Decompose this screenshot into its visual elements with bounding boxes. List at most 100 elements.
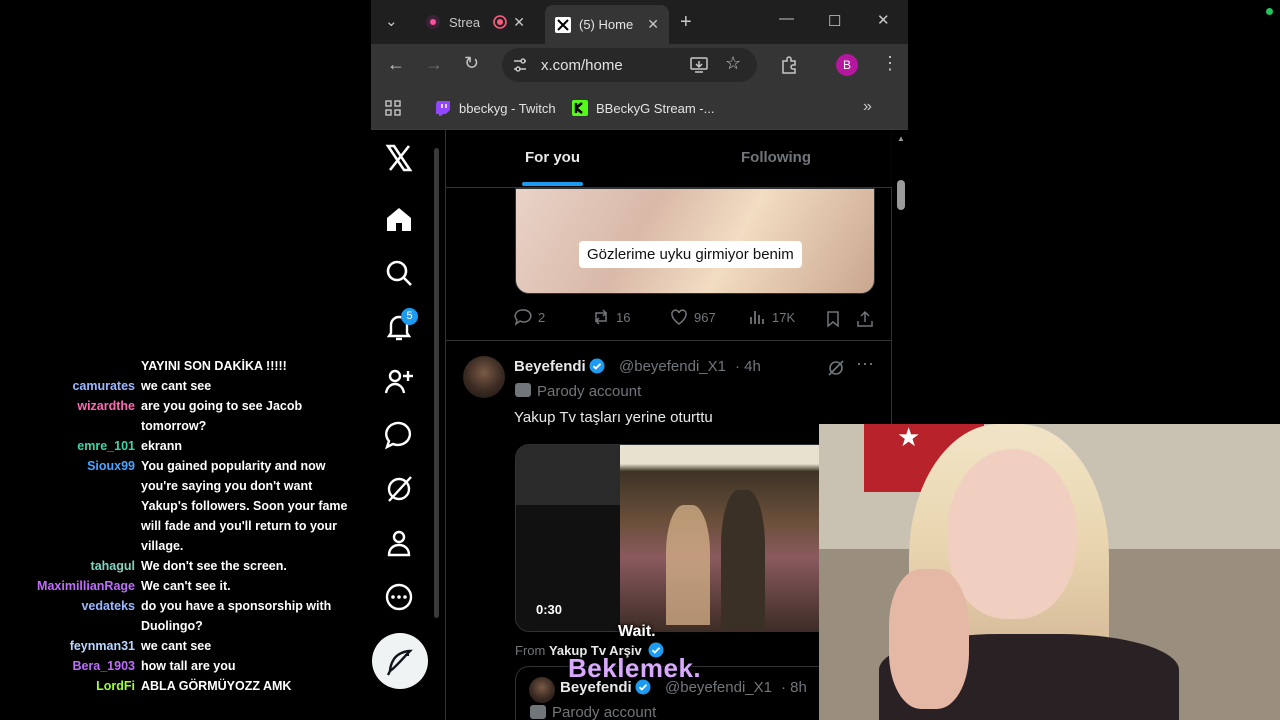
close-tab-icon[interactable]: ✕	[513, 14, 525, 31]
bookmarks-bar: bbeckyg - Twitch BBeckyG Stream -... »	[371, 86, 908, 130]
author-name[interactable]: Beyefendi	[514, 358, 605, 375]
address-bar[interactable]: x.com/home ☆	[502, 48, 757, 82]
chat-text: We can't see it.	[141, 579, 231, 593]
video-webcam-inset	[516, 445, 620, 505]
like-count: 967	[694, 309, 716, 325]
scroll-up-icon[interactable]: ▲	[897, 134, 905, 143]
parody-mask-icon	[515, 383, 531, 397]
streamer-hand	[889, 569, 969, 709]
avatar[interactable]	[529, 677, 555, 703]
new-tab-icon[interactable]: +	[680, 11, 692, 34]
explore-search-icon[interactable]	[383, 257, 415, 289]
grok-icon[interactable]	[383, 473, 415, 505]
x-left-nav: 5	[371, 130, 431, 720]
apps-grid-icon[interactable]	[385, 100, 401, 116]
retweet-button[interactable]: 16	[592, 308, 630, 326]
chat-username: emre_101	[77, 439, 135, 453]
scrollbar-thumb[interactable]	[897, 180, 905, 210]
chat-username: LordFi	[96, 679, 135, 693]
minimize-icon[interactable]: —	[779, 10, 794, 27]
avatar[interactable]	[463, 356, 505, 398]
nav-scrollbar[interactable]	[431, 144, 441, 720]
bookmark-twitch[interactable]: bbeckyg - Twitch	[435, 100, 556, 116]
chat-message: MaximillianRage We can't see it.	[0, 576, 362, 596]
tab-stream[interactable]: Strea ✕	[415, 5, 535, 39]
streamer-face	[947, 449, 1077, 619]
profile-person-icon[interactable]	[383, 527, 415, 559]
post-time[interactable]: · 4h	[735, 358, 761, 375]
x-favicon-icon	[555, 16, 571, 33]
author-handle[interactable]: @beyefendi_X1	[619, 358, 726, 375]
tab-bar: ⌄ Strea ✕ (5) Home ✕ + — ☐ ✕	[371, 0, 908, 44]
site-settings-icon[interactable]	[512, 57, 528, 73]
close-window-icon[interactable]: ✕	[877, 11, 890, 29]
close-tab-icon[interactable]: ✕	[647, 16, 659, 33]
bookmark-icon[interactable]	[824, 310, 842, 328]
url-text: x.com/home	[541, 57, 623, 74]
reload-icon[interactable]: ↻	[464, 53, 479, 74]
tab-for-you[interactable]: For you	[525, 149, 580, 166]
chat-overlay: YAYINI SON DAKİKA !!!!! camurates we cant …	[0, 356, 362, 696]
chat-message: YAYINI SON DAKİKA !!!!!	[0, 356, 362, 376]
chat-text: are you going to see Jacob tomorrow?	[141, 399, 303, 433]
reply-icon	[514, 309, 532, 326]
extensions-icon[interactable]	[780, 56, 798, 74]
chat-message: Bera_1903 how tall are you	[0, 656, 362, 676]
more-options-icon[interactable]	[383, 581, 415, 613]
chat-text: ABLA GÖRMÜYOZZ AMK	[141, 679, 292, 693]
profile-avatar[interactable]: B	[836, 54, 858, 76]
verified-badge-icon	[589, 358, 605, 374]
tab-following[interactable]: Following	[741, 149, 811, 166]
chat-message: camurates we cant see	[0, 376, 362, 396]
twitch-icon	[436, 101, 450, 116]
grok-explain-icon[interactable]	[827, 359, 845, 377]
reply-button[interactable]: 2	[514, 308, 545, 326]
like-button[interactable]: 967	[670, 308, 716, 326]
tab-label: (5) Home	[579, 17, 634, 32]
compose-post-button[interactable]	[372, 633, 428, 689]
views-count: 17K	[772, 309, 796, 325]
bookmark-star-icon[interactable]: ☆	[725, 53, 741, 74]
reply-count: 2	[538, 309, 546, 325]
from-label: From	[515, 643, 546, 658]
maximize-icon[interactable]: ☐	[828, 12, 841, 30]
chat-text: how tall are you	[141, 659, 236, 673]
install-app-icon[interactable]	[690, 57, 708, 73]
tweet-actions: 2 16 967 17K	[514, 308, 876, 330]
chat-username: camurates	[72, 379, 135, 393]
back-icon[interactable]: ←	[387, 54, 405, 75]
tweet-media[interactable]: Gözlerime uyku girmiyor benim	[515, 188, 875, 294]
forward-icon[interactable]: →	[425, 54, 443, 75]
recording-icon	[493, 15, 507, 29]
more-bookmarks-icon[interactable]: »	[863, 98, 872, 116]
chat-username: Bera_1903	[72, 659, 135, 673]
notification-count-badge: 5	[401, 308, 418, 325]
tweet-text: Yakup Tv taşları yerine oturttu	[514, 409, 713, 426]
chat-username: Sioux99	[87, 459, 135, 473]
chat-message: emre_101 ekrann	[0, 436, 362, 456]
tab-home[interactable]: (5) Home ✕	[545, 5, 669, 44]
stream-favicon-icon	[426, 15, 440, 29]
messages-chat-icon[interactable]	[383, 419, 415, 451]
tab-label: Strea	[449, 14, 481, 30]
more-icon[interactable]: ⋯	[856, 354, 874, 375]
views-button[interactable]: 17K	[748, 308, 795, 326]
bookmark-label: bbeckyg - Twitch	[459, 100, 556, 116]
x-logo-icon[interactable]	[383, 142, 415, 174]
subtitle-english: Wait.	[618, 623, 656, 640]
home-icon[interactable]	[383, 203, 415, 235]
chat-message: tahagul We don't see the screen.	[0, 556, 362, 576]
chat-message: feynman31 we cant see	[0, 636, 362, 656]
parody-label: Parody account	[537, 383, 642, 400]
share-icon[interactable]	[856, 310, 874, 328]
retweet-count: 16	[616, 309, 631, 325]
menu-icon[interactable]: ⋮	[881, 53, 899, 74]
quoted-time: · 8h	[781, 679, 807, 696]
chat-text: we cant see	[141, 639, 212, 653]
kick-icon	[572, 100, 588, 116]
chat-text: YAYINI SON DAKİKA !!!!!	[141, 359, 287, 373]
chat-message: wizardthe are you going to see Jacob tomo…	[0, 396, 362, 436]
tab-search-icon[interactable]: ⌄	[385, 12, 398, 30]
follow-add-user-icon[interactable]	[383, 365, 415, 397]
bookmark-kick[interactable]: BBeckyG Stream -...	[572, 100, 714, 116]
